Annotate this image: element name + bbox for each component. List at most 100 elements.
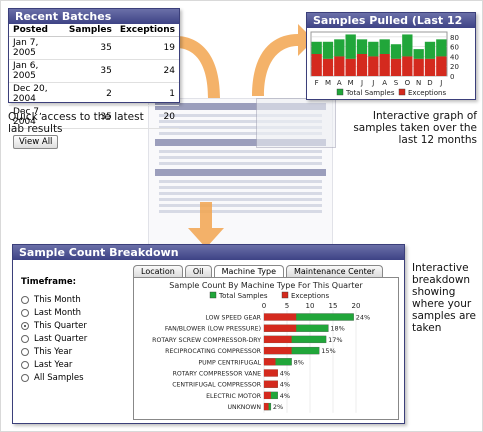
radio-button[interactable] xyxy=(21,309,29,317)
view-all-button[interactable]: View All xyxy=(13,135,59,149)
bar-exceptions[interactable] xyxy=(322,58,334,76)
bar-exceptions[interactable] xyxy=(356,54,368,76)
timeframe-option[interactable]: Last Month xyxy=(21,307,121,319)
tab-oil[interactable]: Oil xyxy=(184,265,212,277)
radio-button[interactable] xyxy=(21,348,29,356)
bar-total-samples[interactable] xyxy=(390,44,402,59)
y-tick-label: 20 xyxy=(450,63,459,71)
data-label: 8% xyxy=(294,358,304,366)
bar-exceptions[interactable] xyxy=(413,58,424,76)
legend-swatch xyxy=(336,88,344,96)
x-tick-label: J xyxy=(371,79,374,87)
timeframe-label: Timeframe: xyxy=(21,277,76,287)
bar-total-samples[interactable] xyxy=(413,49,424,59)
bar-exceptions[interactable] xyxy=(390,58,402,76)
category-label: UNKNOWN xyxy=(228,404,262,411)
timeframe-option[interactable]: This Year xyxy=(21,346,121,358)
col-posted: Posted xyxy=(9,24,65,37)
category-label: ELECTRIC MOTOR xyxy=(206,393,262,400)
tab-maintenance-center[interactable]: Maintenance Center xyxy=(286,265,383,277)
table-row[interactable]: Jan 7, 2005 35 19 xyxy=(9,36,179,60)
x-tick-label: 5 xyxy=(285,302,289,310)
timeframe-option-label: This Year xyxy=(34,347,73,357)
bar-total-samples[interactable] xyxy=(368,41,379,57)
bar-exceptions[interactable] xyxy=(264,358,276,366)
timeframe-option[interactable]: Last Quarter xyxy=(21,333,121,345)
bar-total-samples[interactable] xyxy=(436,39,447,57)
tab-location[interactable]: Location xyxy=(133,265,183,277)
timeframe-option-label: All Samples xyxy=(34,373,84,383)
x-tick-label: D xyxy=(427,79,432,87)
tab-machine-type[interactable]: Machine Type xyxy=(213,265,284,277)
timeframe-option[interactable]: All Samples xyxy=(21,372,121,384)
bar-exceptions[interactable] xyxy=(264,391,271,399)
bar-total-samples[interactable] xyxy=(402,34,413,57)
bar-exceptions[interactable] xyxy=(264,335,292,343)
timeframe-option-label: Last Quarter xyxy=(34,334,88,344)
timeframe-option[interactable]: This Month xyxy=(21,294,121,306)
bar-total-samples[interactable] xyxy=(379,39,390,54)
legend-swatch xyxy=(398,88,406,96)
bar-total-samples[interactable] xyxy=(424,41,436,59)
legend-label: Exceptions xyxy=(291,292,329,300)
machine-type-chart-box: Sample Count By Machine Type For This Qu… xyxy=(133,277,399,420)
data-label: 4% xyxy=(280,370,290,378)
cell-posted: Dec 20, 2004 xyxy=(9,82,65,106)
samples-pulled-chart[interactable]: 020406080F M A M J J A S O N D JTotal Samples Except… xyxy=(307,28,475,99)
legend-swatch xyxy=(281,291,289,299)
y-tick-label: 80 xyxy=(450,34,459,42)
bar-exceptions[interactable] xyxy=(424,58,436,76)
timeframe-option[interactable]: Last Year xyxy=(21,359,121,371)
bar-exceptions[interactable] xyxy=(264,324,297,332)
bar-total-samples[interactable] xyxy=(334,39,345,57)
recent-batches-panel: Recent Batches Posted Samples Exceptions… xyxy=(8,8,180,149)
x-tick-label: 0 xyxy=(262,302,266,310)
machine-type-chart[interactable]: Sample Count By Machine Type For This Qu… xyxy=(134,278,398,419)
samples-pulled-title: Samples Pulled (Last 12 Months) xyxy=(307,13,475,39)
bar-exceptions[interactable] xyxy=(264,369,278,377)
bar-exceptions[interactable] xyxy=(379,54,390,76)
data-label: 4% xyxy=(280,392,290,400)
radio-button[interactable] xyxy=(21,361,29,369)
col-exceptions: Exceptions xyxy=(115,24,179,37)
bar-exceptions[interactable] xyxy=(334,56,345,76)
category-label: FAN/BLOWER (LOW PRESSURE) xyxy=(165,326,261,333)
bar-exceptions[interactable] xyxy=(264,403,269,411)
recent-batches-caption: Quick access to the latest lab results xyxy=(8,111,144,135)
x-tick-label: M xyxy=(325,79,331,87)
cell-posted: Jan 7, 2005 xyxy=(9,36,65,60)
bar-exceptions[interactable] xyxy=(436,56,447,76)
category-label: LOW SPEED GEAR xyxy=(205,315,261,322)
radio-button[interactable] xyxy=(21,322,29,330)
radio-button[interactable] xyxy=(21,335,29,343)
bar-exceptions[interactable] xyxy=(264,313,297,321)
cell-posted: Jan 6, 2005 xyxy=(9,59,65,83)
table-row[interactable]: Dec 20, 2004 2 1 xyxy=(9,82,179,106)
timeframe-option-label: Last Month xyxy=(34,308,82,318)
legend-swatch xyxy=(209,291,217,299)
timeframe-option[interactable]: This Quarter xyxy=(21,320,121,332)
bar-exceptions[interactable] xyxy=(368,56,379,76)
bar-total-samples[interactable] xyxy=(322,41,334,59)
cell-exceptions: 19 xyxy=(115,36,179,60)
bar-exceptions[interactable] xyxy=(264,380,278,388)
bar-total-samples[interactable] xyxy=(311,41,322,54)
cell-exceptions: 1 xyxy=(115,82,179,106)
samples-graph-caption: Interactive graph of samples taken over … xyxy=(353,110,477,146)
bar-exceptions[interactable] xyxy=(345,58,356,76)
y-tick-label: 0 xyxy=(450,73,454,81)
timeframe-option-label: Last Year xyxy=(34,360,73,370)
bar-total-samples[interactable] xyxy=(356,39,368,54)
y-tick-label: 40 xyxy=(450,53,459,61)
bar-exceptions[interactable] xyxy=(264,347,292,355)
radio-button[interactable] xyxy=(21,374,29,382)
table-row[interactable]: Jan 6, 2005 35 24 xyxy=(9,59,179,83)
timeframe-selector: Timeframe: This Month Last Month This Quar… xyxy=(21,277,121,385)
legend-label: Total Samples xyxy=(218,292,268,300)
bar-total-samples[interactable] xyxy=(345,34,356,59)
bar-exceptions[interactable] xyxy=(402,56,413,76)
bar-exceptions[interactable] xyxy=(311,54,322,76)
x-tick-label: 15 xyxy=(329,302,338,310)
timeframe-option-label: This Quarter xyxy=(34,321,87,331)
radio-button[interactable] xyxy=(21,296,29,304)
